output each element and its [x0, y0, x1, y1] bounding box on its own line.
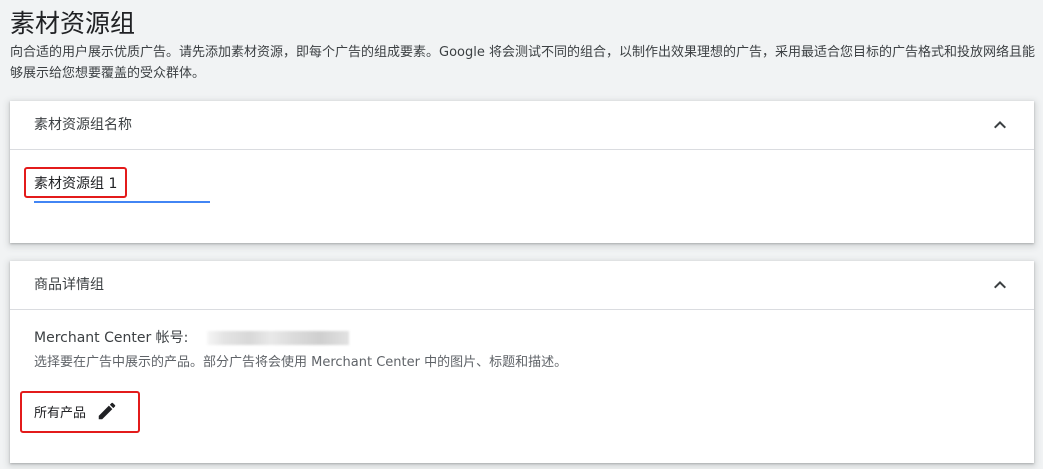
listing-group-title: 商品详情组 — [34, 277, 104, 293]
asset-group-name-title: 素材资源组名称 — [34, 117, 132, 133]
page-description: 向合适的用户展示优质广告。请先添加素材资源，即每个广告的组成要素。Google … — [10, 45, 1035, 81]
merchant-account-label: Merchant Center 帐号: — [34, 330, 189, 346]
page-title: 素材资源组 — [10, 9, 136, 38]
highlight-box-name — [24, 167, 127, 198]
listing-group-header[interactable]: 商品详情组 — [10, 261, 1034, 310]
chevron-up-icon[interactable] — [988, 113, 1012, 137]
chevron-up-icon[interactable] — [988, 273, 1012, 297]
merchant-account-id-redacted — [206, 331, 349, 345]
listing-group-card: 商品详情组 Merchant Center 帐号: 选择要在广告中展示的产品。部… — [10, 261, 1034, 463]
asset-group-name-card: 素材资源组名称 — [10, 101, 1034, 243]
highlight-box-products — [20, 391, 140, 433]
merchant-account-row: Merchant Center 帐号: — [34, 326, 349, 350]
product-help-text: 选择要在广告中展示的产品。部分广告将会使用 Merchant Center 中的… — [34, 355, 568, 370]
asset-group-name-header[interactable]: 素材资源组名称 — [10, 101, 1034, 150]
